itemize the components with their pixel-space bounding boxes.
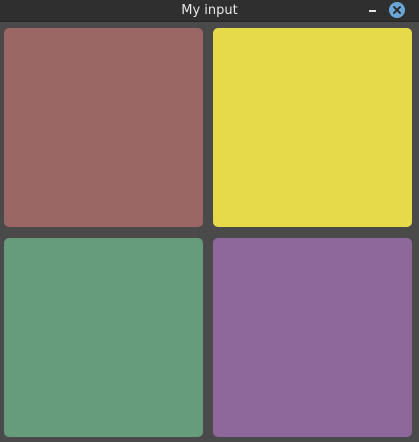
green-tile[interactable] <box>4 238 203 437</box>
purple-tile[interactable] <box>213 238 412 437</box>
titlebar: My input <box>0 0 419 22</box>
yellow-tile[interactable] <box>213 28 412 227</box>
window-title: My input <box>181 3 238 18</box>
app-window: My input <box>0 0 419 442</box>
close-icon[interactable] <box>389 2 405 18</box>
minimize-icon[interactable] <box>366 0 380 22</box>
red-tile[interactable] <box>4 28 203 227</box>
